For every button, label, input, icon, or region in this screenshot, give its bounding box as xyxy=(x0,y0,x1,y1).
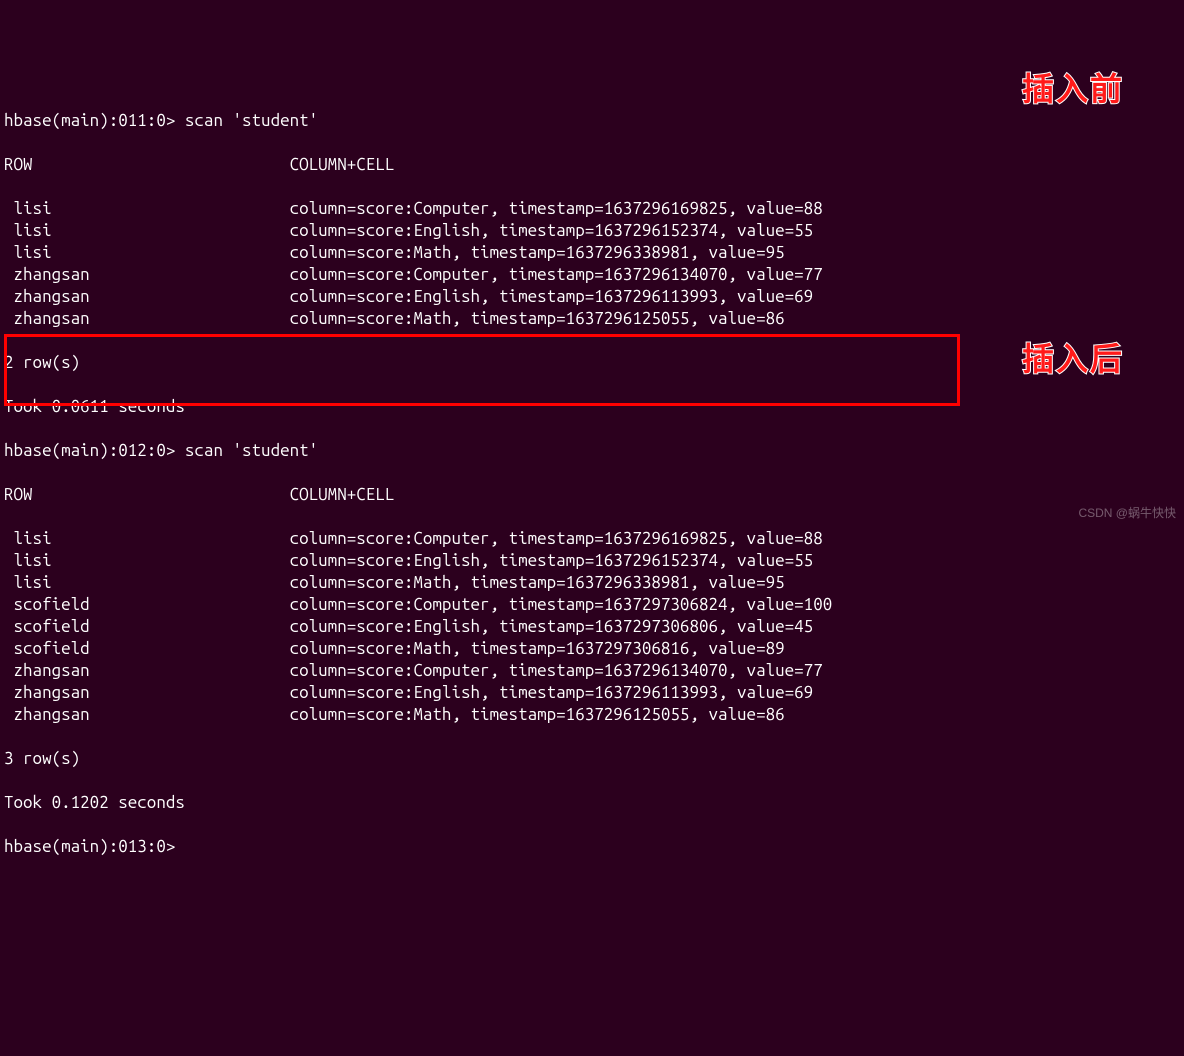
next-prompt[interactable]: hbase(main):013:0> xyxy=(4,836,1180,858)
scan2-header: ROW COLUMN+CELL xyxy=(4,484,1180,506)
scan2-took: Took 0.1202 seconds xyxy=(4,792,1180,814)
table-row: zhangsan column=score:Computer, timestam… xyxy=(4,264,1180,286)
scan1-took: Took 0.0611 seconds xyxy=(4,396,1180,418)
command-text: scan 'student' xyxy=(185,441,318,460)
table-row: lisi column=score:English, timestamp=163… xyxy=(4,550,1180,572)
prompt-text: hbase(main):011:0> xyxy=(4,111,185,130)
table-row: lisi column=score:Computer, timestamp=16… xyxy=(4,528,1180,550)
table-row: zhangsan column=score:English, timestamp… xyxy=(4,682,1180,704)
scan1-header: ROW COLUMN+CELL xyxy=(4,154,1180,176)
table-row: lisi column=score:Computer, timestamp=16… xyxy=(4,198,1180,220)
scan2-command-line: hbase(main):012:0> scan 'student' xyxy=(4,440,1180,462)
table-row: zhangsan column=score:Computer, timestam… xyxy=(4,660,1180,682)
terminal-output: hbase(main):011:0> scan 'student' ROW CO… xyxy=(0,88,1184,880)
table-row: zhangsan column=score:Math, timestamp=16… xyxy=(4,704,1180,726)
annotation-after: 插入后 xyxy=(1022,348,1124,370)
table-row: scofield column=score:English, timestamp… xyxy=(4,616,1180,638)
table-row: lisi column=score:Math, timestamp=163729… xyxy=(4,242,1180,264)
table-row: zhangsan column=score:Math, timestamp=16… xyxy=(4,308,1180,330)
scan2-rowcount: 3 row(s) xyxy=(4,748,1180,770)
scan1-command-line: hbase(main):011:0> scan 'student' xyxy=(4,110,1180,132)
table-row: lisi column=score:Math, timestamp=163729… xyxy=(4,572,1180,594)
table-row: scofield column=score:Math, timestamp=16… xyxy=(4,638,1180,660)
watermark-text: CSDN @蜗牛快快 xyxy=(1078,502,1176,524)
command-text: scan 'student' xyxy=(185,111,318,130)
table-row: lisi column=score:English, timestamp=163… xyxy=(4,220,1180,242)
annotation-before: 插入前 xyxy=(1022,78,1124,100)
table-row: zhangsan column=score:English, timestamp… xyxy=(4,286,1180,308)
prompt-text: hbase(main):012:0> xyxy=(4,441,185,460)
table-row: scofield column=score:Computer, timestam… xyxy=(4,594,1180,616)
prompt-text: hbase(main):013:0> xyxy=(4,837,185,856)
scan1-rowcount: 2 row(s) xyxy=(4,352,1180,374)
